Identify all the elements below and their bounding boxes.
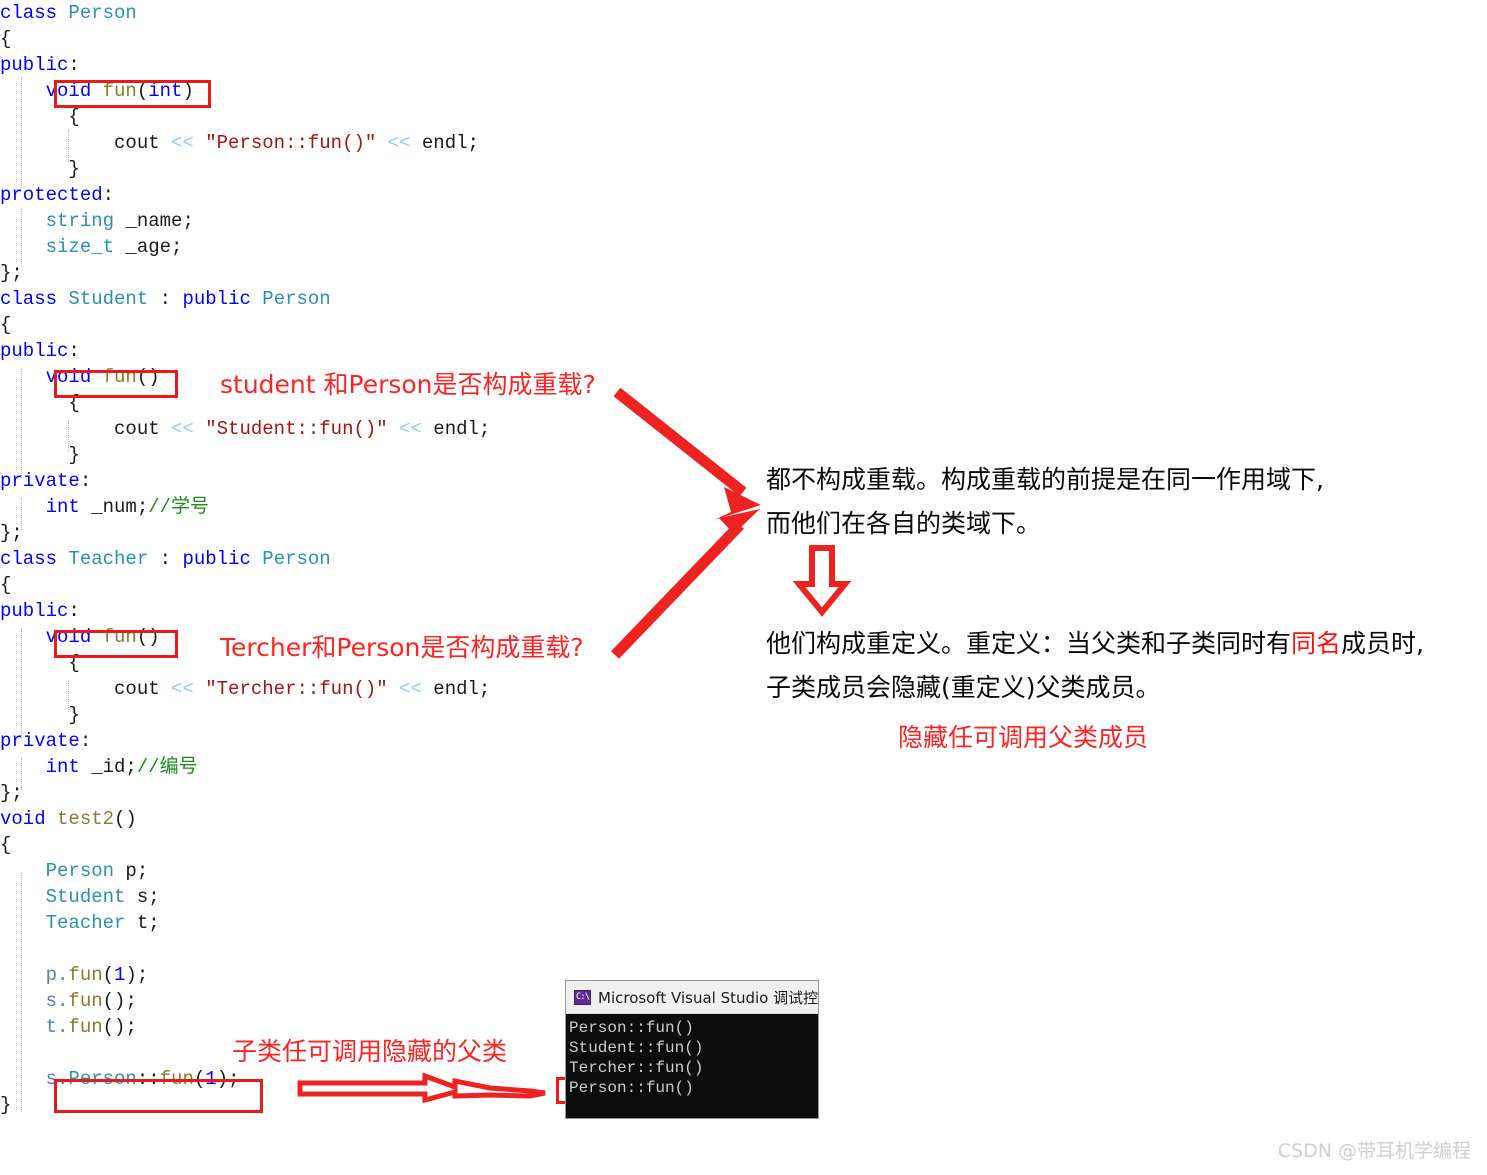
code-line: { — [0, 574, 12, 596]
answer-line-2: 而他们在各自的类域下。 — [766, 509, 1042, 538]
code-line: class Teacher : public Person — [0, 548, 331, 570]
annotation-teacher-question: Tercher和Person是否构成重载? — [220, 633, 584, 662]
code-line: } — [0, 444, 80, 466]
code-line: cout << "Student::fun()" << endl; — [0, 418, 491, 440]
code-line: { — [0, 106, 80, 128]
annotation-redefinition-block: 他们构成重定义。重定义：当父类和子类同时有同名成员时, 子类成员会隐藏(重定义)… — [766, 622, 1424, 710]
code-line: } — [0, 704, 80, 726]
code-line: }; — [0, 522, 23, 544]
annotation-redefine-note: 隐藏任可调用父类成员 — [898, 723, 1149, 752]
redefine-line-1: 他们构成重定义。重定义：当父类和子类同时有同名成员时, — [766, 622, 1424, 666]
code-line: Student s; — [45, 886, 160, 908]
code-line: cout << "Tercher::fun()" << endl; — [0, 678, 491, 700]
code-line: { — [0, 314, 12, 336]
csdn-watermark: CSDN @带耳机学编程 — [1277, 1140, 1471, 1162]
console-output: Person::fun() Student::fun() Tercher::fu… — [569, 1019, 704, 1097]
arrow-down-hollow — [792, 545, 852, 617]
code-line: class Person — [0, 2, 137, 24]
code-line: void fun(int) — [45, 80, 194, 102]
code-line: Teacher t; — [45, 912, 160, 934]
annotation-student-question: student 和Person是否构成重载? — [220, 370, 596, 399]
console-window[interactable]: C:\ Microsoft Visual Studio 调试控 Person::… — [566, 981, 818, 1118]
code-line: { — [0, 28, 12, 50]
redefine-text-a: 他们构成重定义。重定义：当父类和子类同时有 — [766, 629, 1292, 658]
answer-line-1: 都不构成重载。构成重载的前提是在同一作用域下, — [766, 465, 1324, 494]
code-line: void test2() — [0, 808, 137, 830]
annotation-answer-block: 都不构成重载。构成重载的前提是在同一作用域下, 而他们在各自的类域下。 — [766, 458, 1324, 546]
code-line: int _num;//学号 — [45, 496, 210, 518]
code-line: { — [0, 834, 12, 856]
code-line: } — [0, 158, 80, 180]
code-line: }; — [0, 782, 23, 804]
redefine-line-2: 子类成员会隐藏(重定义)父类成员。 — [766, 673, 1161, 702]
console-titlebar[interactable]: C:\ Microsoft Visual Studio 调试控 — [566, 981, 818, 1014]
code-line: public: — [0, 600, 80, 622]
source-code-block: class Person { public: void fun(int) { cou… — [0, 0, 760, 1118]
code-line: cout << "Person::fun()" << endl; — [0, 132, 479, 154]
code-line: protected: — [0, 184, 115, 206]
code-line: class Student : public Person — [0, 288, 331, 310]
code-line: private: — [0, 470, 92, 492]
code-line: public: — [0, 340, 80, 362]
console-window-title: Microsoft Visual Studio 调试控 — [598, 988, 818, 1007]
code-line: public: — [0, 54, 80, 76]
code-line: }; — [0, 262, 23, 284]
annotation-call-parent: 子类任可调用隐藏的父类 — [232, 1037, 508, 1066]
code-line: private: — [0, 730, 92, 752]
code-line: int _id;//编号 — [45, 756, 198, 778]
code-line: Person p; — [45, 860, 149, 882]
console-app-icon: C:\ — [574, 989, 591, 1005]
code-line: size_t _age; — [45, 236, 183, 258]
redefine-text-b: 成员时, — [1341, 629, 1424, 658]
code-line: string _name; — [45, 210, 194, 232]
redefine-text-highlight: 同名 — [1291, 629, 1342, 658]
